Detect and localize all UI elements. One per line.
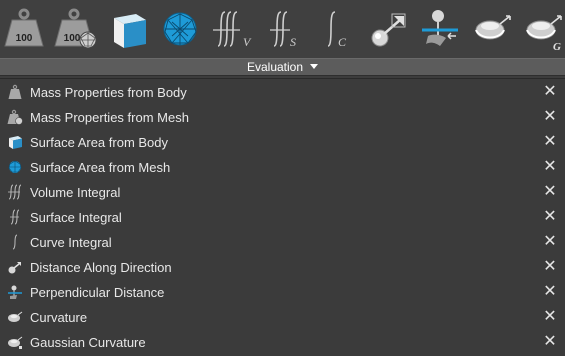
svg-text:100: 100 [64, 33, 81, 44]
curvature-icon[interactable] [470, 6, 514, 52]
list-item[interactable]: Volume Integral ✕ [0, 180, 565, 205]
list-item[interactable]: Perpendicular Distance ✕ [0, 280, 565, 305]
direction-arrow-icon [7, 259, 23, 275]
list-item-label: Curvature [30, 310, 88, 325]
perpendicular-distance-icon[interactable] [418, 6, 462, 52]
close-icon[interactable]: ✕ [543, 259, 557, 275]
close-icon[interactable]: ✕ [543, 334, 557, 350]
list-item-label: Curve Integral [30, 235, 112, 250]
close-icon[interactable]: ✕ [543, 159, 557, 175]
gaussian-curvature-icon[interactable]: G [521, 6, 565, 52]
close-icon[interactable]: ✕ [543, 184, 557, 200]
mesh-sphere-icon [7, 159, 23, 175]
volume-integral-icon[interactable]: V [210, 6, 254, 52]
surface-area-from-body-icon[interactable] [106, 6, 150, 52]
list-item-label: Perpendicular Distance [30, 285, 165, 300]
surface-integral-icon[interactable]: S [262, 6, 306, 52]
list-item[interactable]: Mass Properties from Mesh ✕ [0, 105, 565, 130]
list-item[interactable]: Distance Along Direction ✕ [0, 255, 565, 280]
list-item-label: Mass Properties from Mesh [30, 110, 189, 125]
list-item-label: Distance Along Direction [30, 260, 172, 275]
list-item-label: Volume Integral [30, 185, 121, 200]
list-item-label: Surface Area from Body [30, 135, 169, 150]
svg-text:S: S [290, 35, 296, 49]
curve-integral-icon[interactable]: C [314, 6, 358, 52]
curvature-icon [7, 309, 23, 325]
perpendicular-icon [7, 284, 23, 300]
gaussian-curvature-icon [7, 334, 23, 350]
double-integral-icon [7, 209, 23, 225]
close-icon[interactable]: ✕ [543, 309, 557, 325]
svg-text:C: C [338, 35, 347, 49]
list-item-label: Surface Area from Mesh [30, 160, 171, 175]
evaluation-toolbar: 100 100 V S C G [0, 0, 565, 58]
svg-text:V: V [243, 35, 252, 49]
list-item-label: Gaussian Curvature [30, 335, 146, 350]
close-icon[interactable]: ✕ [543, 84, 557, 100]
weight-icon [7, 84, 23, 100]
close-icon[interactable]: ✕ [543, 209, 557, 225]
mass-properties-from-body-icon[interactable]: 100 [2, 6, 46, 52]
weight-mesh-icon [7, 109, 23, 125]
mass-properties-from-mesh-icon[interactable]: 100 [54, 6, 98, 52]
list-item-label: Surface Integral [30, 210, 122, 225]
section-title: Evaluation [246, 60, 304, 74]
svg-text:100: 100 [16, 33, 33, 44]
chevron-down-icon [310, 64, 319, 69]
evaluation-list: Mass Properties from Body ✕ Mass Propert… [0, 78, 565, 356]
list-item[interactable]: Surface Area from Body ✕ [0, 130, 565, 155]
list-item[interactable]: Mass Properties from Body ✕ [0, 80, 565, 105]
close-icon[interactable]: ✕ [543, 109, 557, 125]
integral-icon [7, 234, 23, 250]
evaluation-section-header[interactable]: Evaluation [0, 58, 565, 76]
list-item[interactable]: Curve Integral ✕ [0, 230, 565, 255]
triple-integral-icon [7, 184, 23, 200]
surface-area-from-mesh-icon[interactable] [158, 6, 202, 52]
close-icon[interactable]: ✕ [543, 134, 557, 150]
svg-text:G: G [553, 41, 561, 52]
close-icon[interactable]: ✕ [543, 234, 557, 250]
list-item[interactable]: Surface Area from Mesh ✕ [0, 155, 565, 180]
list-item-label: Mass Properties from Body [30, 85, 187, 100]
list-item[interactable]: Curvature ✕ [0, 305, 565, 330]
cube-icon [7, 134, 23, 150]
distance-along-direction-icon[interactable] [366, 6, 410, 52]
list-item[interactable]: Gaussian Curvature ✕ [0, 330, 565, 355]
list-item[interactable]: Surface Integral ✕ [0, 205, 565, 230]
close-icon[interactable]: ✕ [543, 284, 557, 300]
